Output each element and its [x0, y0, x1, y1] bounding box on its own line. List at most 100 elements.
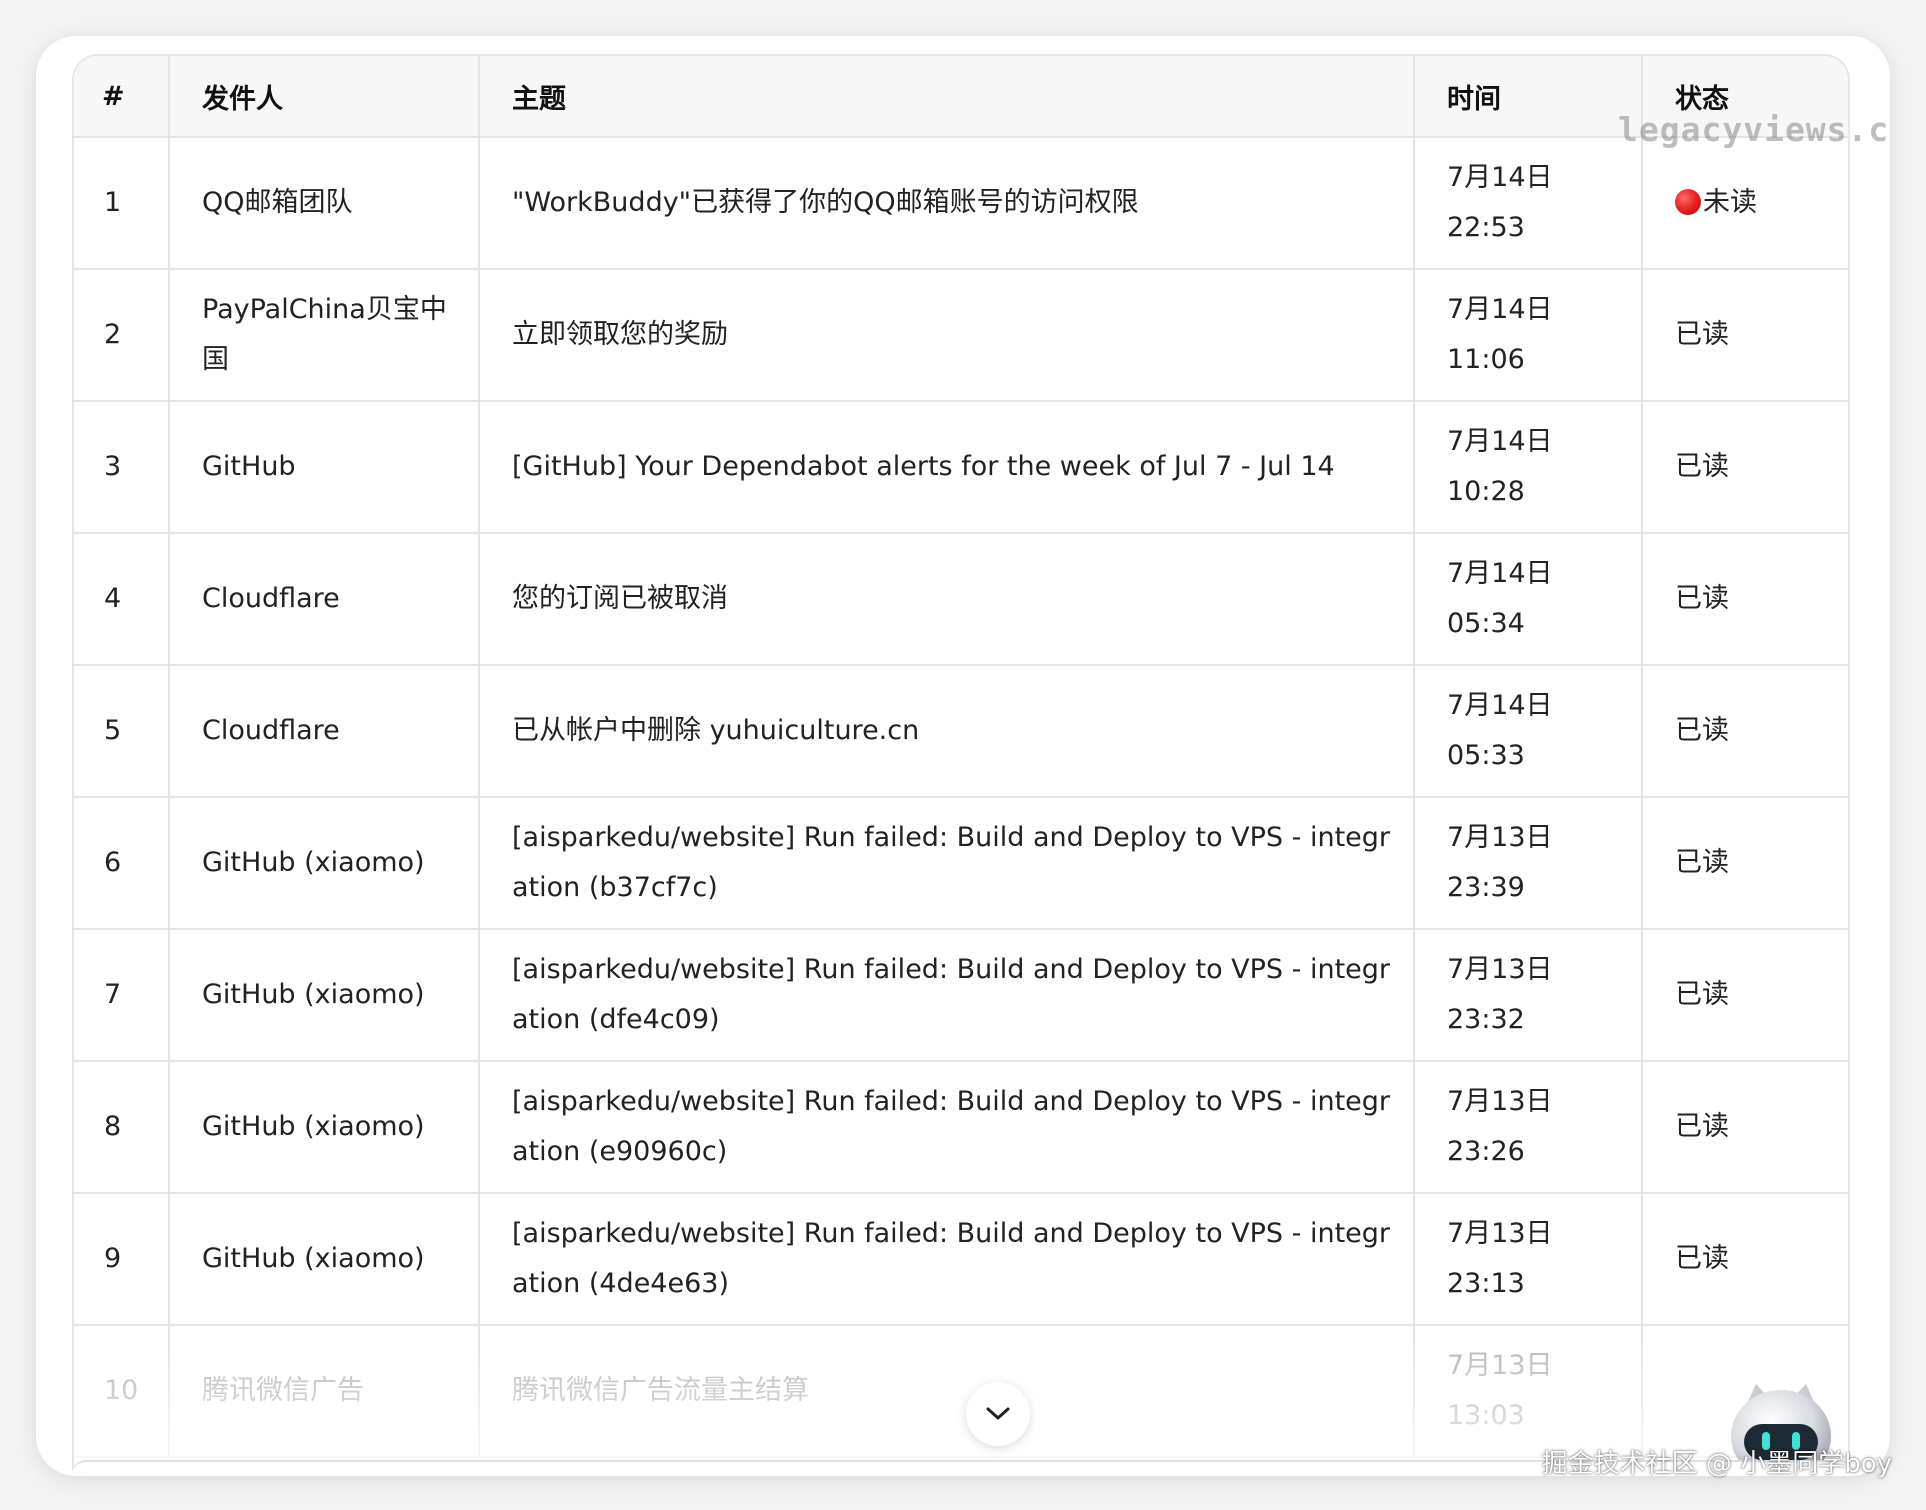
cell-number: 1	[74, 136, 170, 270]
cell-date: 7月13日	[1447, 822, 1553, 853]
cell-number: 4	[74, 532, 170, 666]
cell-text: Cloudflare	[202, 583, 340, 614]
cell-date: 7月14日	[1447, 426, 1553, 457]
cell-status: 已读	[1641, 1192, 1848, 1326]
header-number: #	[74, 56, 170, 138]
cell-sender: Cloudflare	[168, 532, 480, 666]
cell-text: 6	[104, 847, 122, 878]
cell-subject: 立即领取您的奖励	[478, 268, 1415, 402]
table-row[interactable]: 1 QQ邮箱团队 "WorkBuddy"已获得了你的QQ邮箱账号的访问权限 7月14日…	[74, 136, 1848, 270]
cell-text: PayPalChina贝宝中国	[202, 294, 447, 375]
cell-sender: QQ邮箱团队	[168, 136, 480, 270]
cell-subject: 腾讯微信广告流量主结算	[478, 1324, 1415, 1458]
cell-time: 7月14日 11:06	[1413, 268, 1643, 402]
cell-subject: 已从帐户中删除 yuhuiculture.cn	[478, 664, 1415, 798]
cell-subject: 您的订阅已被取消	[478, 532, 1415, 666]
cell-number: 8	[74, 1060, 170, 1194]
cell-sender: GitHub (xiaomo)	[168, 1060, 480, 1194]
table-row[interactable]: 6 GitHub (xiaomo) [aisparkedu/website] Run…	[74, 796, 1848, 930]
cell-sender: 腾讯微信广告	[168, 1324, 480, 1458]
scroll-down-button[interactable]	[966, 1382, 1030, 1446]
cell-date: 7月14日	[1447, 558, 1553, 589]
cell-clock: 23:32	[1447, 1004, 1525, 1035]
cell-text: 立即领取您的奖励	[512, 319, 728, 350]
cell-subject: [GitHub] Your Dependabot alerts for the …	[478, 400, 1415, 534]
cell-status: 已读	[1641, 664, 1848, 798]
cell-text: 已从帐户中删除 yuhuiculture.cn	[512, 715, 920, 746]
watermark-top: legacyviews.com	[1618, 110, 1890, 149]
cell-time: 7月14日 10:28	[1413, 400, 1643, 534]
status-text: 已读	[1675, 1111, 1729, 1142]
cell-number: 3	[74, 400, 170, 534]
email-table-card: # 发件人 主题 时间 状态 1 QQ邮箱团队 "WorkBuddy"已获得了你的Q…	[36, 36, 1890, 1476]
cell-clock: 10:28	[1447, 476, 1525, 507]
status-text: 未读	[1703, 187, 1757, 218]
cell-text: [aisparkedu/website] Run failed: Build a…	[512, 1086, 1391, 1167]
status-text: 已读	[1675, 847, 1729, 878]
cell-time: 7月14日 05:34	[1413, 532, 1643, 666]
cell-sender: GitHub (xiaomo)	[168, 1192, 480, 1326]
cell-text: "WorkBuddy"已获得了你的QQ邮箱账号的访问权限	[512, 187, 1139, 218]
cell-text: 您的订阅已被取消	[512, 583, 728, 614]
cell-sender: GitHub	[168, 400, 480, 534]
email-table-wrapper: # 发件人 主题 时间 状态 1 QQ邮箱团队 "WorkBuddy"已获得了你的Q…	[72, 54, 1850, 1476]
cell-time: 7月14日 05:33	[1413, 664, 1643, 798]
cell-clock: 23:13	[1447, 1268, 1525, 1299]
cell-text: 8	[104, 1111, 122, 1142]
cell-date: 7月13日	[1447, 1086, 1553, 1117]
cell-time: 7月13日 23:32	[1413, 928, 1643, 1062]
header-subject: 主题	[478, 56, 1415, 138]
table-row[interactable]: 3 GitHub [GitHub] Your Dependabot alerts f…	[74, 400, 1848, 534]
status-text: 已读	[1675, 319, 1729, 350]
cell-text: QQ邮箱团队	[202, 187, 353, 218]
status-text: 已读	[1675, 451, 1729, 482]
table-row[interactable]: 4 Cloudflare 您的订阅已被取消 7月14日 05:34 已读	[74, 532, 1848, 666]
cell-text: 3	[104, 451, 122, 482]
cell-date: 7月14日	[1447, 162, 1553, 193]
cell-status: 未读	[1641, 136, 1848, 270]
cell-date: 7月13日	[1447, 1350, 1553, 1381]
cell-subject: "WorkBuddy"已获得了你的QQ邮箱账号的访问权限	[478, 136, 1415, 270]
cell-sender: GitHub (xiaomo)	[168, 796, 480, 930]
status-text: 已读	[1675, 979, 1729, 1010]
cell-number: 7	[74, 928, 170, 1062]
status-text: 已读	[1675, 583, 1729, 614]
cell-status: 已读	[1641, 400, 1848, 534]
cell-sender: Cloudflare	[168, 664, 480, 798]
table-row[interactable]: 9 GitHub (xiaomo) [aisparkedu/website] Run…	[74, 1192, 1848, 1326]
status-text: 已读	[1675, 1243, 1729, 1274]
cell-date: 7月13日	[1447, 1218, 1553, 1249]
cell-text: [aisparkedu/website] Run failed: Build a…	[512, 1218, 1391, 1299]
chevron-down-icon	[986, 1407, 1010, 1420]
cell-time: 7月13日 23:26	[1413, 1060, 1643, 1194]
cell-date: 7月14日	[1447, 690, 1553, 721]
table-row[interactable]: 8 GitHub (xiaomo) [aisparkedu/website] Run…	[74, 1060, 1848, 1194]
table-header-row: # 发件人 主题 时间 状态	[74, 56, 1848, 138]
cell-text: 7	[104, 979, 122, 1010]
cell-sender: PayPalChina贝宝中国	[168, 268, 480, 402]
cell-status: 已读	[1641, 796, 1848, 930]
table-row[interactable]: 2 PayPalChina贝宝中国 立即领取您的奖励 7月14日 11:06 已读	[74, 268, 1848, 402]
cell-text: 9	[104, 1243, 122, 1274]
cell-number: 10	[74, 1324, 170, 1458]
cell-status: 已读	[1641, 268, 1848, 402]
cell-text: 10	[104, 1375, 139, 1406]
cell-text: [GitHub] Your Dependabot alerts for the …	[512, 451, 1335, 482]
cell-status: 已读	[1641, 532, 1848, 666]
cell-text: 腾讯微信广告	[202, 1375, 364, 1406]
cell-text: 4	[104, 583, 122, 614]
cell-number: 9	[74, 1192, 170, 1326]
cell-text: 腾讯微信广告流量主结算	[512, 1375, 809, 1406]
cell-date: 7月14日	[1447, 294, 1553, 325]
cell-text: 1	[104, 187, 122, 218]
table-row[interactable]: 5 Cloudflare 已从帐户中删除 yuhuiculture.cn 7月14日 0…	[74, 664, 1848, 798]
cell-text: 2	[104, 319, 122, 350]
cell-text: Cloudflare	[202, 715, 340, 746]
cell-clock: 05:34	[1447, 608, 1525, 639]
cell-text: GitHub (xiaomo)	[202, 979, 425, 1010]
table-row[interactable]: 7 GitHub (xiaomo) [aisparkedu/website] Run…	[74, 928, 1848, 1062]
table-row[interactable]: 10 腾讯微信广告 腾讯微信广告流量主结算 7月13日 13:03	[74, 1324, 1848, 1458]
cell-time: 7月13日 23:39	[1413, 796, 1643, 930]
watermark-bottom: 掘金技术社区 @ 小墨同学boy	[1541, 1449, 1892, 1479]
cell-sender: GitHub (xiaomo)	[168, 928, 480, 1062]
